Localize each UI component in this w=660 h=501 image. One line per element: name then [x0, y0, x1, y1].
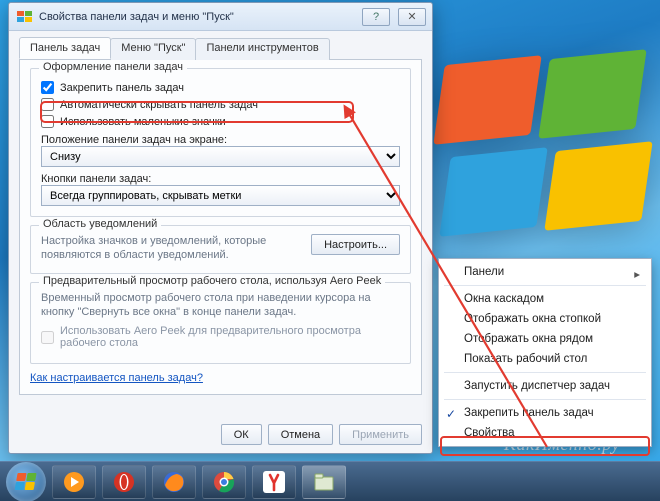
- notification-desc: Настройка значков и уведомлений, которые…: [41, 234, 303, 263]
- ctx-cascade[interactable]: Окна каскадом: [442, 289, 648, 309]
- label-buttons: Кнопки панели задач:: [41, 173, 400, 185]
- media-player-icon: [63, 471, 85, 493]
- ctx-lock[interactable]: ✓ Закрепить панель задач: [442, 403, 648, 423]
- yandex-icon: [263, 471, 285, 493]
- taskbar-app-chrome[interactable]: [202, 465, 246, 499]
- desktop: Свойства панели задач и меню "Пуск" ? ✕ …: [0, 0, 660, 501]
- group-notification: Область уведомлений Настройка значков и …: [30, 225, 411, 274]
- cancel-button[interactable]: Отмена: [268, 424, 333, 445]
- taskbar-properties-dialog: Свойства панели задач и меню "Пуск" ? ✕ …: [8, 2, 433, 454]
- windows-logo: [440, 60, 650, 250]
- close-button[interactable]: ✕: [398, 8, 426, 26]
- titlebar[interactable]: Свойства панели задач и меню "Пуск" ? ✕: [9, 3, 432, 31]
- select-buttons[interactable]: Всегда группировать, скрывать метки: [41, 185, 400, 206]
- checkbox-autohide[interactable]: [41, 98, 54, 111]
- chrome-icon: [213, 471, 235, 493]
- help-button[interactable]: ?: [362, 8, 390, 26]
- label-aero-peek: Использовать Aero Peek для предварительн…: [60, 325, 400, 349]
- ctx-panels[interactable]: Панели ▸: [442, 262, 648, 282]
- separator: [444, 285, 646, 286]
- tab-panel: Оформление панели задач Закрепить панель…: [19, 60, 422, 395]
- taskbar-app-firefox[interactable]: [152, 465, 196, 499]
- opera-icon: [113, 471, 135, 493]
- label-small-icons: Использовать маленькие значки: [60, 116, 226, 128]
- select-position[interactable]: Снизу: [41, 146, 400, 167]
- label-autohide: Автоматически скрывать панель задач: [60, 99, 258, 111]
- tab-startmenu[interactable]: Меню "Пуск": [110, 38, 196, 60]
- ctx-taskmgr[interactable]: Запустить диспетчер задач: [442, 376, 648, 396]
- checkbox-small-icons[interactable]: [41, 115, 54, 128]
- apply-button[interactable]: Применить: [339, 424, 422, 445]
- ctx-stacked[interactable]: Отображать окна стопкой: [442, 309, 648, 329]
- aero-peek-desc: Временный просмотр рабочего стола при на…: [41, 291, 400, 320]
- separator: [444, 399, 646, 400]
- ctx-sidebyside[interactable]: Отображать окна рядом: [442, 329, 648, 349]
- ok-button[interactable]: ОК: [221, 424, 262, 445]
- windows-icon: [14, 473, 37, 491]
- group-notification-legend: Область уведомлений: [39, 218, 161, 230]
- firefox-icon: [163, 471, 185, 493]
- taskbar-app-yandex[interactable]: [252, 465, 296, 499]
- help-link[interactable]: Как настраивается панель задач?: [30, 372, 203, 384]
- label-lock-taskbar: Закрепить панель задач: [60, 82, 184, 94]
- tabstrip: Панель задач Меню "Пуск" Панели инструме…: [19, 37, 422, 60]
- taskbar[interactable]: [0, 461, 660, 501]
- dialog-footer: ОК Отмена Применить: [221, 424, 422, 445]
- separator: [444, 372, 646, 373]
- explorer-icon: [313, 471, 335, 493]
- windows-icon: [17, 11, 33, 23]
- checkmark-icon: ✓: [446, 407, 456, 421]
- submenu-arrow-icon: ▸: [634, 267, 640, 281]
- start-button[interactable]: [6, 462, 46, 501]
- ctx-lock-label: Закрепить панель задач: [464, 407, 594, 419]
- group-aero-peek: Предварительный просмотр рабочего стола,…: [30, 282, 411, 365]
- customize-button[interactable]: Настроить...: [311, 234, 400, 255]
- taskbar-app-explorer[interactable]: [302, 465, 346, 499]
- ctx-properties[interactable]: Свойства: [442, 423, 648, 443]
- taskbar-app-media-player[interactable]: [52, 465, 96, 499]
- checkbox-lock-taskbar[interactable]: [41, 81, 54, 94]
- group-appearance: Оформление панели задач Закрепить панель…: [30, 68, 411, 217]
- checkbox-aero-peek: [41, 331, 54, 344]
- group-aero-peek-legend: Предварительный просмотр рабочего стола,…: [39, 275, 385, 287]
- dialog-title: Свойства панели задач и меню "Пуск": [39, 11, 354, 23]
- ctx-panels-label: Панели: [464, 266, 504, 278]
- group-appearance-legend: Оформление панели задач: [39, 61, 187, 73]
- label-position: Положение панели задач на экране:: [41, 134, 400, 146]
- taskbar-app-opera[interactable]: [102, 465, 146, 499]
- tab-taskbar[interactable]: Панель задач: [19, 37, 111, 59]
- tab-toolbars[interactable]: Панели инструментов: [195, 38, 329, 60]
- ctx-show-desktop[interactable]: Показать рабочий стол: [442, 349, 648, 369]
- taskbar-context-menu: Панели ▸ Окна каскадом Отображать окна с…: [438, 258, 652, 447]
